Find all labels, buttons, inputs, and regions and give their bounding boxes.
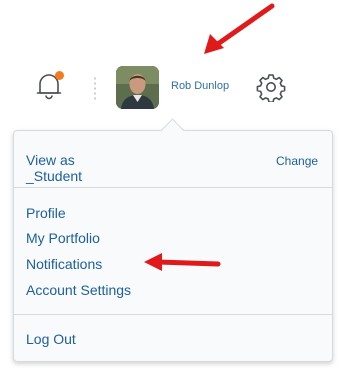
menu-link-notifications[interactable]: Notifications [26, 256, 102, 272]
menu-divider [13, 314, 333, 315]
gear-icon [256, 74, 286, 103]
menu-link-account-settings[interactable]: Account Settings [26, 282, 131, 298]
menu-divider [13, 187, 333, 188]
annotation-arrow-icon [144, 253, 221, 271]
menu-link-my-portfolio[interactable]: My Portfolio [26, 230, 100, 246]
menu-link-profile[interactable]: Profile [26, 205, 66, 221]
notification-badge [55, 71, 64, 80]
change-role-link[interactable]: Change [276, 154, 318, 168]
annotation-arrow-icon [204, 3, 275, 54]
menu-link-log-out[interactable]: Log Out [26, 331, 76, 347]
view-as-label: View as _Student [26, 152, 83, 184]
divider [94, 76, 96, 102]
settings-button[interactable] [256, 72, 286, 103]
user-photo [116, 66, 159, 109]
user-name-link[interactable]: Rob Dunlop [171, 80, 229, 92]
avatar[interactable] [116, 66, 159, 109]
